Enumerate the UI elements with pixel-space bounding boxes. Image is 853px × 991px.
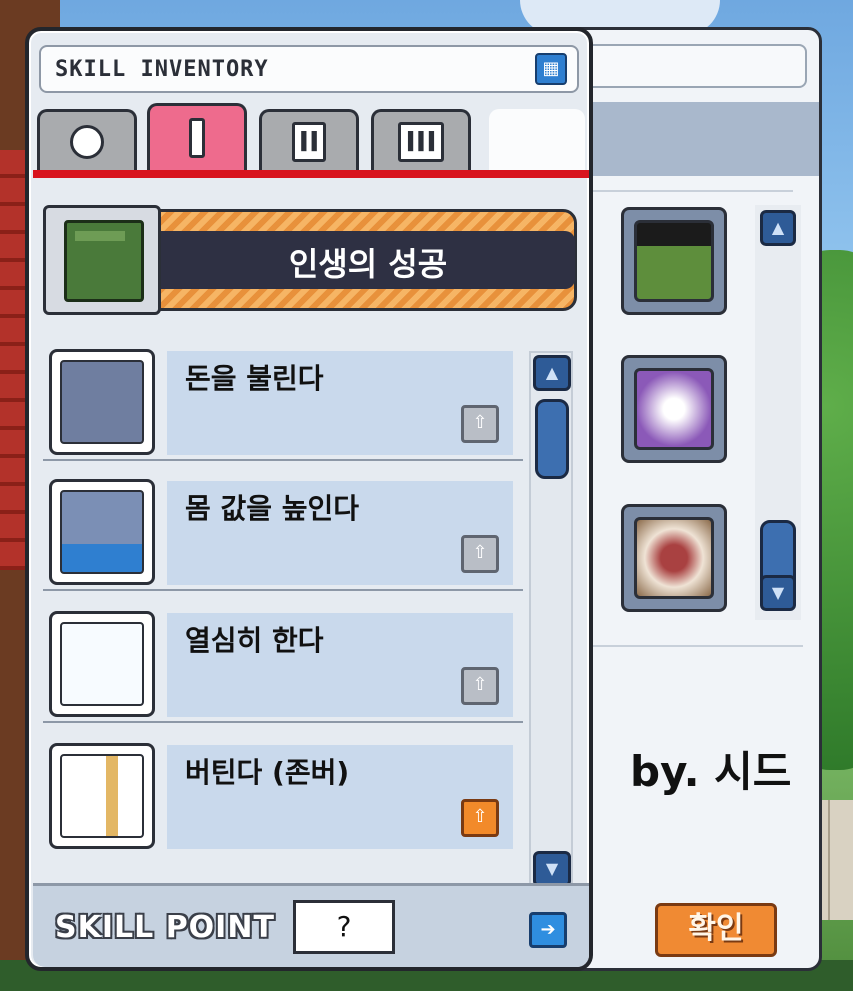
skill-point-label: SKILL POINT: [55, 910, 275, 945]
scroll-down-button[interactable]: ▼: [533, 851, 571, 887]
skill-point-value: ?: [293, 900, 395, 954]
tab-beginner[interactable]: [37, 109, 137, 171]
skill-detail-panel: ▲ ▼ by. 시드 확인: [560, 27, 822, 971]
job-icon-frame: [43, 205, 161, 315]
job-name-bar: 인생의 성공: [161, 231, 575, 289]
tab-second-job[interactable]: II: [259, 109, 359, 171]
skill-info: 돈을 불린다 ⇧: [167, 351, 513, 455]
person-shield-icon[interactable]: [49, 743, 155, 849]
scroll-thumb[interactable]: [535, 399, 569, 479]
skill-upgrade-button[interactable]: ⇧: [461, 667, 499, 705]
confirm-button[interactable]: 확인: [655, 903, 777, 957]
skill-info: 열심히 한다 ⇧: [167, 613, 513, 717]
skill-info: 버틴다 (존버) ⇧: [167, 745, 513, 849]
skill-upgrade-button[interactable]: ⇧: [461, 405, 499, 443]
skill-name: 몸 값을 높인다: [185, 492, 360, 525]
skill-row[interactable]: 열심히 한다 ⇧: [43, 603, 523, 723]
divider: [593, 190, 793, 192]
skill-name: 버틴다 (존버): [185, 756, 350, 789]
tab-third-job[interactable]: III: [371, 109, 471, 171]
title-bar[interactable]: SKILL INVENTORY ▦: [39, 45, 579, 93]
skill-upgrade-button[interactable]: ⇧: [461, 535, 499, 573]
grid-icon[interactable]: ▦: [535, 53, 567, 85]
detail-title-bar: [583, 44, 807, 88]
book-icon: [64, 220, 144, 302]
skill-inventory-window: SKILL INVENTORY ▦ I II III 인생의 성공 돈을 불린다…: [25, 27, 593, 971]
tab-bar-fill: [489, 109, 585, 171]
window-title: SKILL INVENTORY: [55, 57, 269, 82]
credit-text: by. 시드: [630, 747, 792, 796]
shield-skill-icon[interactable]: [621, 207, 727, 315]
maple-leaf-skill-icon[interactable]: [621, 504, 727, 612]
skill-point-footer: SKILL POINT ? ➔: [33, 883, 589, 967]
detail-scroll-up-button[interactable]: ▲: [760, 210, 796, 246]
skill-row[interactable]: 버틴다 (존버) ⇧: [43, 735, 523, 853]
job-header: 인생의 성공: [43, 201, 577, 319]
skill-name: 열심히 한다: [185, 624, 324, 657]
tab-first-job[interactable]: I: [147, 103, 247, 171]
expand-arrow-icon[interactable]: ➔: [529, 912, 567, 948]
tab-label-iii: III: [398, 122, 444, 162]
tab-label-ii: II: [291, 122, 327, 162]
skill-row[interactable]: 돈을 불린다 ⇧: [43, 341, 523, 461]
skill-name: 돈을 불린다: [185, 362, 324, 395]
person-plus-icon[interactable]: [49, 349, 155, 455]
detail-header-band: [566, 102, 819, 176]
tab-label-i: I: [189, 117, 205, 158]
skill-list-scrollbar[interactable]: ▲ ▼: [529, 351, 573, 891]
tab-bar: I II III: [37, 101, 585, 171]
scroll-up-button[interactable]: ▲: [533, 355, 571, 391]
power-skill-icon[interactable]: [621, 355, 727, 463]
divider: [593, 645, 803, 647]
tab-underline: [33, 170, 589, 178]
person-up-arrow-icon[interactable]: [49, 479, 155, 585]
job-name: 인생의 성공: [288, 245, 448, 283]
skill-list: 돈을 불린다 ⇧ 몸 값을 높인다 ⇧ 열심히 한다 ⇧ 버틴다 (존버) ⇧: [43, 341, 543, 881]
skill-upgrade-button[interactable]: ⇧: [461, 799, 499, 837]
skill-row[interactable]: 몸 값을 높인다 ⇧: [43, 471, 523, 591]
person-fairy-icon[interactable]: [49, 611, 155, 717]
skill-info: 몸 값을 높인다 ⇧: [167, 481, 513, 585]
circle-icon: [70, 124, 104, 159]
detail-scroll-down-button[interactable]: ▼: [760, 575, 796, 611]
